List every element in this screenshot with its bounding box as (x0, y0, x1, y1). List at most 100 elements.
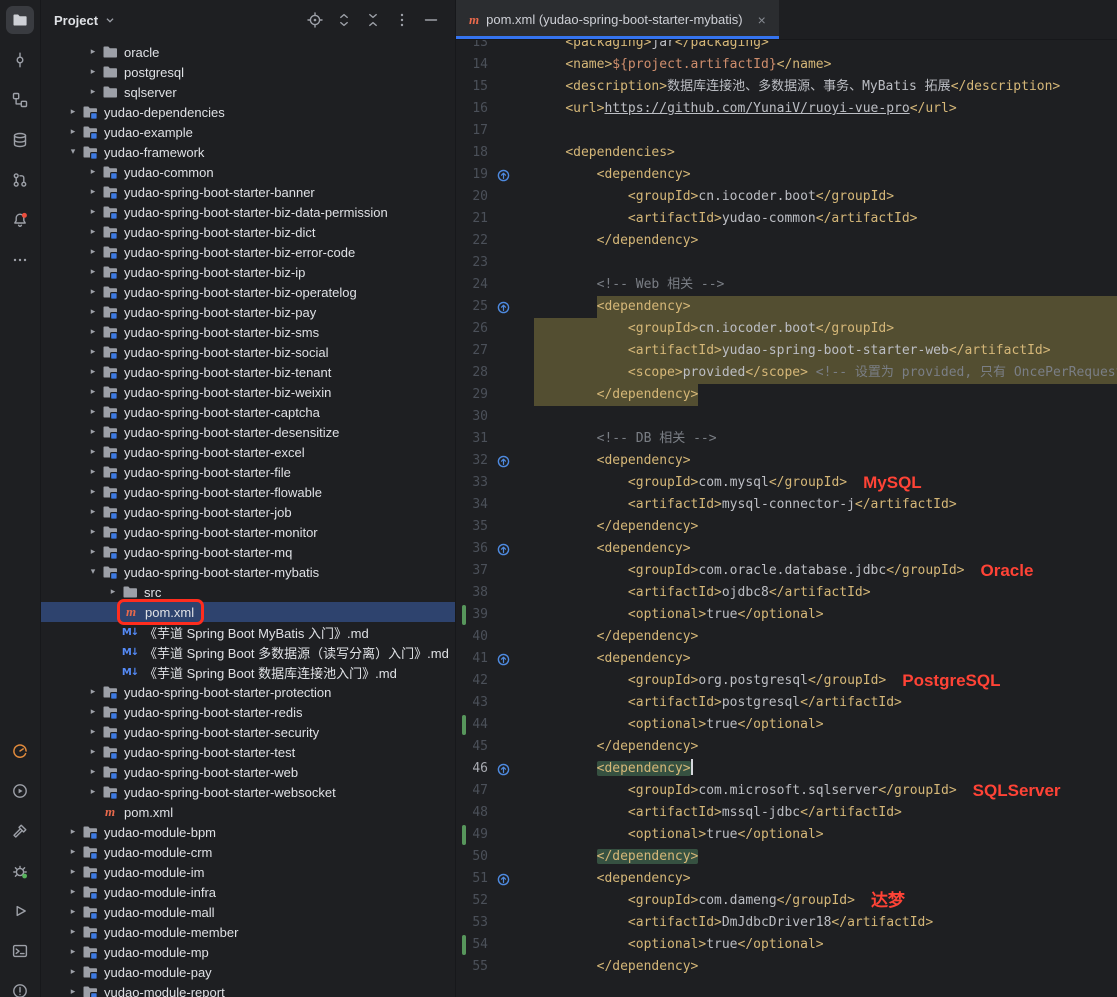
tree-item[interactable]: mpom.xml (41, 602, 455, 622)
tree-item[interactable]: ▸yudao-module-mall (41, 902, 455, 922)
code-content[interactable]: </dependency> (534, 230, 1117, 252)
tree-item[interactable]: ▸yudao-example (41, 122, 455, 142)
tree-item[interactable]: ▸yudao-spring-boot-starter-file (41, 462, 455, 482)
chevron-right-icon[interactable]: ▸ (85, 387, 101, 397)
tree-item[interactable]: ▸yudao-module-bpm (41, 822, 455, 842)
chevron-right-icon[interactable]: ▸ (85, 707, 101, 717)
close-tab-icon[interactable]: × (758, 12, 766, 28)
tree-item[interactable]: ▸postgresql (41, 62, 455, 82)
chevron-right-icon[interactable]: ▸ (65, 987, 81, 997)
select-opened-file-icon[interactable] (305, 10, 325, 30)
code-content[interactable]: </dependency> (534, 956, 1117, 978)
tool-build-icon[interactable] (0, 811, 40, 851)
tree-item[interactable]: ▸yudao-spring-boot-starter-captcha (41, 402, 455, 422)
tree-item[interactable]: ▸yudao-spring-boot-starter-protection (41, 682, 455, 702)
code-content[interactable]: <artifactId>mssql-jdbc</artifactId> (534, 802, 1117, 824)
tree-item[interactable]: ▸yudao-module-member (41, 922, 455, 942)
tree-item[interactable]: ▸yudao-module-report (41, 982, 455, 997)
code-content[interactable]: </dependency> (534, 626, 1117, 648)
code-content[interactable]: <optional>true</optional> (534, 824, 1117, 846)
chevron-down-icon[interactable]: ▾ (65, 147, 81, 157)
tree-item[interactable]: ▸yudao-spring-boot-starter-monitor (41, 522, 455, 542)
tree-item[interactable]: ▸yudao-common (41, 162, 455, 182)
tree-item[interactable]: ▸yudao-spring-boot-starter-biz-error-cod… (41, 242, 455, 262)
tree-item[interactable]: ▸yudao-spring-boot-starter-biz-operatelo… (41, 282, 455, 302)
tree-item[interactable]: ▸yudao-spring-boot-starter-biz-sms (41, 322, 455, 342)
chevron-right-icon[interactable]: ▸ (65, 887, 81, 897)
chevron-right-icon[interactable]: ▸ (85, 47, 101, 57)
code-content[interactable]: <!-- DB 相关 --> (534, 428, 1117, 450)
tool-project-icon[interactable] (0, 0, 40, 40)
chevron-right-icon[interactable]: ▸ (85, 727, 101, 737)
tool-structure-icon[interactable] (0, 80, 40, 120)
tree-item[interactable]: ▸yudao-spring-boot-starter-flowable (41, 482, 455, 502)
code-content[interactable]: <!-- Web 相关 --> (534, 274, 1117, 296)
dependency-gutter-icon[interactable] (488, 164, 518, 186)
chevron-right-icon[interactable]: ▸ (85, 527, 101, 537)
code-editor[interactable]: 13 <packaging>jar</packaging>14 <name>${… (456, 40, 1117, 978)
code-content[interactable]: <artifactId>yudao-common</artifactId> (534, 208, 1117, 230)
tree-item[interactable]: ▸yudao-spring-boot-starter-mq (41, 542, 455, 562)
tree-item[interactable]: ▸yudao-spring-boot-starter-test (41, 742, 455, 762)
tree-item[interactable]: ▸yudao-module-pay (41, 962, 455, 982)
tool-run-icon[interactable] (0, 891, 40, 931)
tree-item[interactable]: ▸yudao-spring-boot-starter-websocket (41, 782, 455, 802)
tree-item[interactable]: ▸yudao-spring-boot-starter-biz-dict (41, 222, 455, 242)
tree-item[interactable]: ▸yudao-spring-boot-starter-redis (41, 702, 455, 722)
tree-item[interactable]: ▸yudao-spring-boot-starter-job (41, 502, 455, 522)
tree-item[interactable]: ▸yudao-spring-boot-starter-biz-pay (41, 302, 455, 322)
tree-item[interactable]: ▸yudao-spring-boot-starter-security (41, 722, 455, 742)
tree-item[interactable]: ▸yudao-spring-boot-starter-web (41, 762, 455, 782)
tree-item[interactable]: ▸yudao-spring-boot-starter-biz-weixin (41, 382, 455, 402)
chevron-right-icon[interactable]: ▸ (85, 467, 101, 477)
chevron-right-icon[interactable]: ▸ (85, 687, 101, 697)
chevron-right-icon[interactable]: ▸ (85, 247, 101, 257)
options-icon[interactable] (392, 10, 412, 30)
tree-item[interactable]: ▸yudao-spring-boot-starter-banner (41, 182, 455, 202)
code-content[interactable]: <groupId>com.microsoft.sqlserver</groupI… (534, 780, 1117, 802)
code-content[interactable]: <groupId>cn.iocoder.boot</groupId> (534, 186, 1117, 208)
chevron-right-icon[interactable]: ▸ (65, 907, 81, 917)
tree-item[interactable]: ▸yudao-spring-boot-starter-biz-ip (41, 262, 455, 282)
chevron-right-icon[interactable]: ▸ (65, 947, 81, 957)
chevron-right-icon[interactable]: ▸ (65, 127, 81, 137)
tree-item[interactable]: ▾yudao-framework (41, 142, 455, 162)
dependency-gutter-icon[interactable] (488, 296, 518, 318)
tree-item[interactable]: M↓《芋道 Spring Boot 数据库连接池入门》.md (41, 662, 455, 682)
code-content[interactable]: <groupId>org.postgresql</groupId>Postgre… (534, 670, 1117, 692)
project-panel-title[interactable]: Project (54, 13, 98, 28)
tool-more-icon[interactable] (0, 240, 40, 280)
code-content[interactable]: <dependency> (534, 296, 1117, 318)
chevron-right-icon[interactable]: ▸ (65, 967, 81, 977)
tool-profiler-icon[interactable] (0, 731, 40, 771)
code-content[interactable]: </dependency> (534, 736, 1117, 758)
code-content[interactable]: <dependency> (534, 538, 1117, 560)
tree-item[interactable]: ▸yudao-module-crm (41, 842, 455, 862)
code-content[interactable]: <dependency> (534, 450, 1117, 472)
hide-icon[interactable] (421, 10, 441, 30)
code-content[interactable]: </dependency> (534, 384, 1117, 406)
code-content[interactable]: <groupId>com.oracle.database.jdbc</group… (534, 560, 1117, 582)
code-content[interactable]: <name>${project.artifactId}</name> (534, 54, 1117, 76)
code-content[interactable] (534, 120, 1117, 142)
tool-debug-icon[interactable] (0, 851, 40, 891)
tool-pull-requests-icon[interactable] (0, 160, 40, 200)
chevron-right-icon[interactable]: ▸ (65, 847, 81, 857)
code-content[interactable]: <optional>true</optional> (534, 714, 1117, 736)
tree-item[interactable]: ▸src (41, 582, 455, 602)
code-content[interactable]: <artifactId>mysql-connector-j</artifactI… (534, 494, 1117, 516)
chevron-right-icon[interactable]: ▸ (85, 547, 101, 557)
code-content[interactable]: </dependency> (534, 516, 1117, 538)
chevron-right-icon[interactable]: ▸ (85, 267, 101, 277)
chevron-right-icon[interactable]: ▸ (85, 87, 101, 97)
chevron-right-icon[interactable]: ▸ (85, 227, 101, 237)
tree-item[interactable]: M↓《芋道 Spring Boot MyBatis 入门》.md (41, 622, 455, 642)
chevron-right-icon[interactable]: ▸ (85, 427, 101, 437)
chevron-right-icon[interactable]: ▸ (85, 407, 101, 417)
dependency-gutter-icon[interactable] (488, 868, 518, 890)
chevron-right-icon[interactable]: ▸ (85, 747, 101, 757)
chevron-right-icon[interactable]: ▸ (65, 827, 81, 837)
chevron-right-icon[interactable]: ▸ (85, 487, 101, 497)
tree-item[interactable]: ▸yudao-spring-boot-starter-excel (41, 442, 455, 462)
chevron-right-icon[interactable]: ▸ (85, 767, 101, 777)
